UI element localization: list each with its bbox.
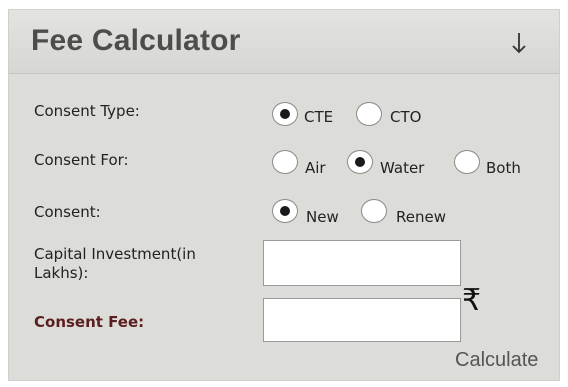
consent-label: Consent: [34, 203, 101, 221]
radio-both[interactable] [454, 150, 480, 174]
calculate-button[interactable]: Calculate [455, 349, 538, 372]
capital-investment-label-line1: Capital Investment(in [34, 245, 196, 263]
radio-renew[interactable] [361, 199, 387, 223]
option-label-new: New [306, 208, 339, 226]
option-label-cto: CTO [390, 108, 422, 126]
panel-title: Fee Calculator [31, 24, 241, 57]
option-label-cte: CTE [304, 108, 334, 126]
consent-fee-input[interactable] [263, 298, 461, 342]
option-label-both: Both [486, 159, 521, 177]
radio-air[interactable] [272, 150, 298, 174]
radio-selected-dot [355, 157, 365, 167]
radio-selected-dot [280, 206, 290, 216]
capital-investment-label-line2: Lakhs): [34, 264, 89, 282]
radio-cto[interactable] [356, 102, 382, 126]
radio-cte[interactable] [272, 102, 298, 126]
option-label-air: Air [305, 159, 326, 177]
consent-fee-label: Consent Fee: [34, 313, 145, 331]
consent-for-label: Consent For: [34, 151, 129, 169]
consent-type-label: Consent Type: [34, 102, 140, 120]
capital-investment-input[interactable] [263, 240, 461, 286]
radio-water[interactable] [347, 150, 373, 174]
option-label-renew: Renew [396, 208, 446, 226]
panel-header[interactable]: Fee Calculator [9, 10, 559, 74]
arrow-down-icon[interactable] [510, 30, 528, 56]
rupee-icon: ₹ [462, 283, 482, 318]
radio-new[interactable] [272, 199, 298, 223]
option-label-water: Water [380, 159, 425, 177]
radio-selected-dot [280, 109, 290, 119]
